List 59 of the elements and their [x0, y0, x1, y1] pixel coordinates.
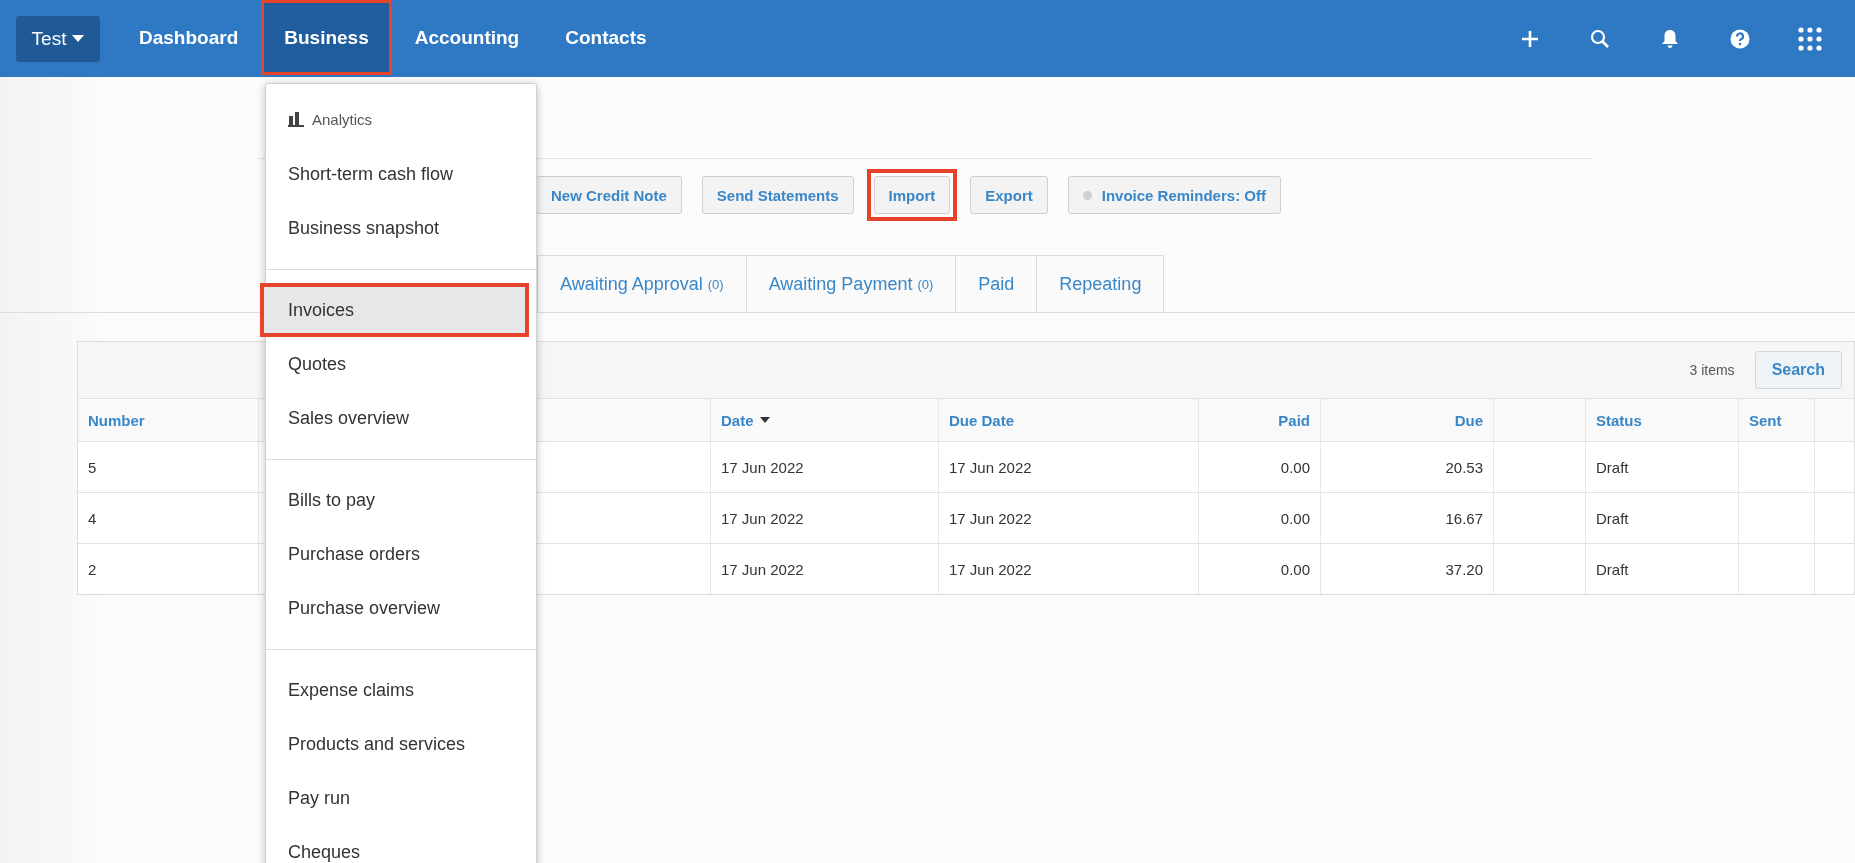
- menu-item[interactable]: Cheques: [266, 825, 536, 863]
- menu-item[interactable]: Quotes: [266, 337, 536, 391]
- menu-item[interactable]: Products and services: [266, 717, 536, 771]
- table-cell: 2: [78, 544, 259, 594]
- menu-item[interactable]: Business snapshot: [266, 201, 536, 255]
- caret-icon: [72, 35, 85, 42]
- help-icon[interactable]: [1730, 28, 1750, 49]
- table-cell: 17 Jun 2022: [939, 544, 1199, 594]
- table-cell: 37.20: [1321, 544, 1494, 594]
- bell-icon[interactable]: [1661, 28, 1679, 49]
- table-cell: 17 Jun 2022: [939, 493, 1199, 543]
- table-cell: 17 Jun 2022: [711, 493, 939, 543]
- table-cell: Draft: [1586, 544, 1739, 594]
- table-cell: 16.67: [1321, 493, 1494, 543]
- menu-item[interactable]: Sales overview: [266, 391, 536, 445]
- menu-section-header: Analytics: [312, 110, 373, 128]
- table-cell: 20.53: [1321, 442, 1494, 492]
- search-button[interactable]: Search: [1754, 351, 1842, 389]
- organisation-button[interactable]: Test: [16, 15, 100, 62]
- table-cell: 5: [78, 442, 259, 492]
- app-grid-icon[interactable]: [1798, 26, 1822, 51]
- column-header[interactable]: Paid: [1199, 399, 1321, 441]
- table-cell: 0.00: [1199, 442, 1321, 492]
- search-icon[interactable]: [1590, 28, 1610, 49]
- table-cell: Draft: [1586, 493, 1739, 543]
- item-count: 3 items: [1689, 362, 1735, 378]
- menu-item[interactable]: Pay run: [266, 771, 536, 825]
- plus-icon[interactable]: [1521, 29, 1539, 48]
- bar-chart-icon: [288, 111, 304, 127]
- table-cell: 0.00: [1199, 544, 1321, 594]
- status-tab[interactable]: Awaiting Approval (0): [537, 255, 747, 312]
- nav-tab[interactable]: Contacts: [542, 0, 670, 75]
- table-cell: 0.00: [1199, 493, 1321, 543]
- table-cell: 17 Jun 2022: [711, 442, 939, 492]
- menu-item[interactable]: Expense claims: [266, 663, 536, 717]
- menu-item[interactable]: Short-term cash flow: [266, 147, 536, 201]
- menu-item[interactable]: Purchase overview: [266, 581, 536, 635]
- nav-tab[interactable]: Dashboard: [116, 0, 262, 75]
- column-header[interactable]: Number: [78, 399, 259, 441]
- table-cell: 4: [78, 493, 259, 543]
- toolbar-button[interactable]: New Credit Note: [536, 176, 682, 214]
- column-header[interactable]: Due Date: [939, 399, 1199, 441]
- column-header[interactable]: Due: [1321, 399, 1494, 441]
- menu-item[interactable]: Invoices: [260, 283, 529, 337]
- table-cell: Draft: [1586, 442, 1739, 492]
- column-header[interactable]: Status: [1586, 399, 1739, 441]
- nav-tab[interactable]: Accounting: [391, 0, 543, 75]
- column-header[interactable]: Sent: [1739, 399, 1815, 441]
- menu-item[interactable]: Bills to pay: [266, 473, 536, 527]
- menu-item[interactable]: Purchase orders: [266, 527, 536, 581]
- table-cell: 17 Jun 2022: [711, 544, 939, 594]
- nav-tab[interactable]: Business: [261, 0, 392, 75]
- column-header[interactable]: Date: [711, 399, 939, 441]
- toolbar-button[interactable]: Import: [873, 176, 951, 214]
- status-tab[interactable]: Repeating: [1036, 255, 1165, 312]
- table-cell: 17 Jun 2022: [939, 442, 1199, 492]
- invoice-reminders-toggle[interactable]: Invoice Reminders: Off: [1067, 176, 1281, 214]
- toolbar-button[interactable]: Send Statements: [701, 176, 854, 214]
- toolbar-button[interactable]: Export: [970, 176, 1048, 214]
